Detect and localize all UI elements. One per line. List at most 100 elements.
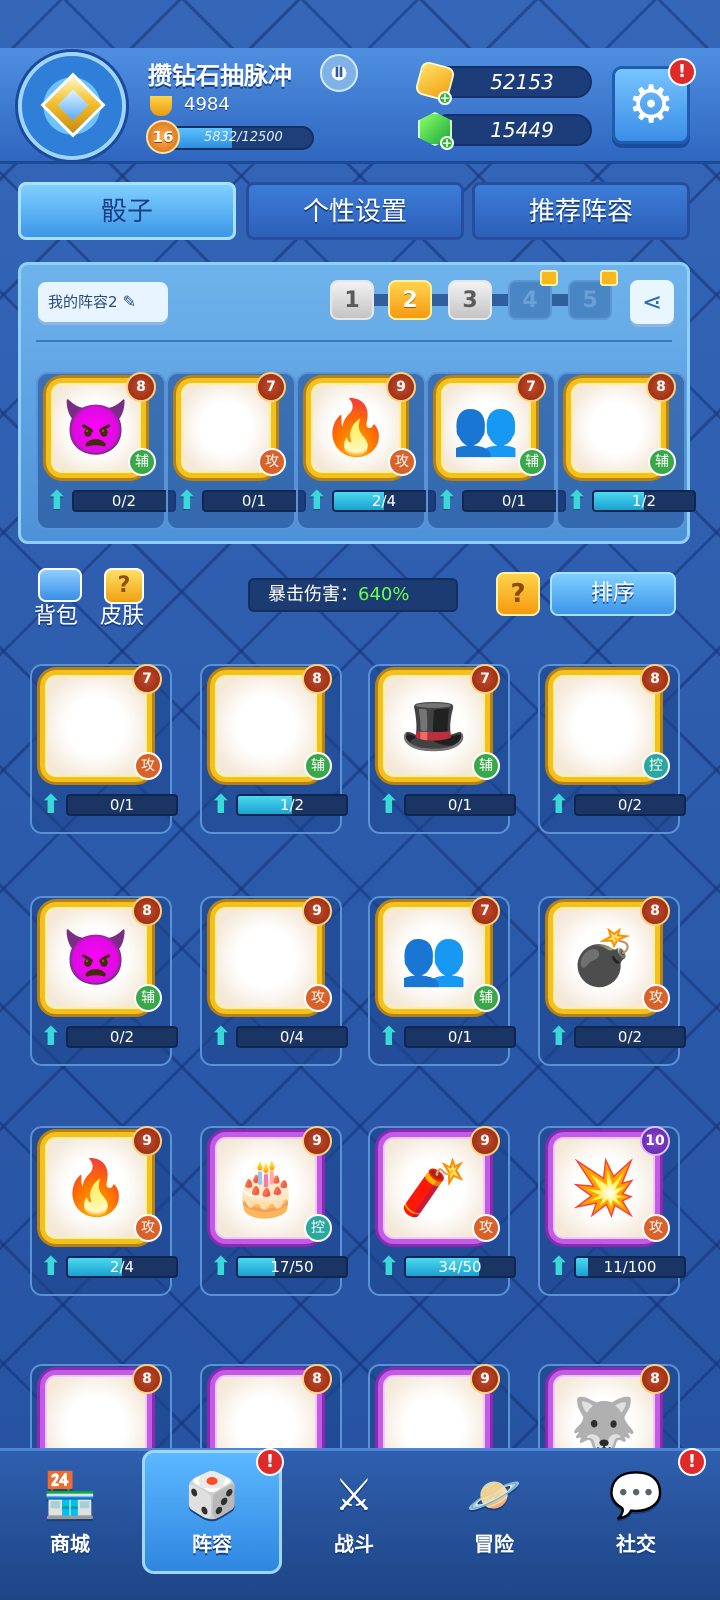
nav-label: 战斗	[334, 1532, 374, 1556]
upgrade-progress-text: 0/1	[447, 1028, 473, 1046]
lineup-slot-4[interactable]: 4	[508, 280, 552, 320]
tab-dice[interactable]: 骰子	[18, 182, 236, 240]
upgrade-arrow-icon: ⬆	[210, 1252, 232, 1282]
upgrade-arrow-icon: ⬆	[46, 486, 68, 516]
dice-role-badge: 攻	[642, 1214, 670, 1242]
help-button[interactable]: ?	[496, 572, 540, 616]
player-avatar[interactable]	[18, 52, 126, 160]
upgrade-progress-bar: 0/1	[404, 1026, 516, 1048]
dice-level-badge: 7	[470, 896, 500, 926]
nav-label: 商城	[50, 1532, 90, 1556]
dice-level-badge: 8	[126, 372, 156, 402]
nav-lineup[interactable]: 🎲 阵容	[152, 1458, 272, 1578]
dice-level-badge: 8	[646, 372, 676, 402]
lineup-alert-badge: !	[256, 1448, 284, 1476]
upgrade-progress-bar: 0/2	[574, 1026, 686, 1048]
nav-adventure[interactable]: 🪐 冒险	[434, 1458, 554, 1578]
lineup-name-button[interactable]: 我的阵容2 ✎	[38, 282, 168, 322]
upgrade-progress-text: 0/1	[447, 796, 473, 814]
lineup-slot-3[interactable]: 3	[448, 280, 492, 320]
upgrade-progress-bar: 1/2	[236, 794, 348, 816]
rank-badge-icon[interactable]: Ⅱ	[320, 54, 358, 92]
lineup-slot-2[interactable]: 2	[388, 280, 432, 320]
dice-role-badge: 辅	[648, 448, 676, 476]
dice-level-badge: 9	[470, 1126, 500, 1156]
upgrade-progress-text: 11/100	[603, 1258, 657, 1276]
hex-rune-icon-glyph: ✡	[243, 694, 289, 758]
upgrade-progress-bar: 2/4	[66, 1256, 178, 1278]
cake-icon-glyph: 🎂	[232, 1156, 300, 1219]
upgrade-progress-text: 1/2	[631, 492, 657, 510]
purple-slash-icon-glyph: ⚡	[207, 396, 245, 460]
dice-role-badge: 控	[304, 1214, 332, 1242]
claw-icon-glyph: 🔥	[322, 396, 390, 459]
share-button[interactable]: ⋖	[630, 280, 674, 324]
tab-recommended-lineup[interactable]: 推荐阵容	[472, 182, 690, 240]
upgrade-progress-text: 0/1	[241, 492, 267, 510]
crit-damage-value: 640%	[358, 584, 410, 605]
upgrade-progress-text: 0/1	[501, 492, 527, 510]
upgrade-arrow-icon: ⬆	[378, 790, 400, 820]
dice-level-badge: 7	[256, 372, 286, 402]
nav-social[interactable]: 💬 社交	[576, 1458, 696, 1578]
upgrade-progress-bar: 0/1	[66, 794, 178, 816]
upgrade-arrow-icon: ⬆	[306, 486, 328, 516]
dice-level-badge: 9	[302, 1126, 332, 1156]
tab-customize[interactable]: 个性设置	[246, 182, 464, 240]
upgrade-progress-text: 2/4	[371, 492, 397, 510]
skin-label[interactable]: 皮肤	[100, 598, 144, 630]
gear-icon: ⚙	[627, 75, 675, 135]
dice-role-badge: 攻	[258, 448, 286, 476]
upgrade-progress-text: 0/2	[617, 796, 643, 814]
player-name: 攒钻石抽脉冲	[148, 62, 292, 90]
upgrade-arrow-icon: ⬆	[210, 790, 232, 820]
lineup-slot-1[interactable]: 1	[330, 280, 374, 320]
dice-level-badge: 8	[132, 896, 162, 926]
sun-icon-glyph: ☀	[71, 694, 121, 758]
add-coins-icon[interactable]: +	[437, 91, 452, 106]
demon-icon-glyph: 👿	[62, 396, 130, 459]
settings-alert-badge: !	[668, 58, 696, 86]
upgrade-progress-bar: 0/4	[236, 1026, 348, 1048]
social-alert-badge: !	[678, 1448, 706, 1476]
backpack-icon[interactable]	[38, 568, 82, 602]
claw-icon-glyph: 🔥	[62, 1156, 130, 1219]
silhouette-icon-glyph: 👥	[400, 926, 468, 989]
upgrade-progress-text: 2/4	[109, 1258, 135, 1276]
shop-icon: 🏪	[42, 1470, 98, 1521]
demon-icon-glyph: 👿	[62, 926, 130, 989]
trophy-count: 4984	[184, 94, 230, 115]
upgrade-progress-bar: 0/1	[202, 490, 306, 512]
nav-shop[interactable]: 🏪 商城	[10, 1458, 130, 1578]
upgrade-progress-text: 0/2	[109, 1028, 135, 1046]
nav-label: 冒险	[474, 1532, 514, 1556]
upgrade-progress-bar: 34/50	[404, 1256, 516, 1278]
sort-button[interactable]: 排序	[550, 572, 676, 616]
coin-balance[interactable]: 52153	[432, 66, 592, 98]
dice-level-badge: 7	[470, 664, 500, 694]
snowflake-icon-glyph: ❄	[581, 694, 627, 758]
dice-role-badge: 攻	[642, 984, 670, 1012]
lineup-slot-5[interactable]: 5	[568, 280, 612, 320]
upgrade-progress-text: 1/2	[279, 796, 305, 814]
upgrade-arrow-icon: ⬆	[176, 486, 198, 516]
add-gems-icon[interactable]: +	[440, 136, 454, 150]
nav-battle[interactable]: ⚔ 战斗	[294, 1458, 414, 1578]
divider	[36, 340, 672, 342]
upgrade-progress-text: 0/1	[109, 796, 135, 814]
dice-level-badge: 8	[640, 1364, 670, 1394]
crit-damage-display: 暴击伤害：640%	[248, 578, 458, 612]
dice-level-badge: 9	[470, 1364, 500, 1394]
dice-role-badge: 辅	[518, 448, 546, 476]
upgrade-arrow-icon: ⬆	[40, 1252, 62, 1282]
gem-balance[interactable]: 15449	[432, 114, 592, 146]
upgrade-arrow-icon: ⬆	[548, 1252, 570, 1282]
dice-role-badge: 攻	[472, 1214, 500, 1242]
trophy-icon	[150, 96, 172, 116]
backpack-label[interactable]: 背包	[34, 598, 78, 630]
pencil-icon: ✎	[117, 292, 137, 311]
dice-level-badge: 7	[132, 664, 162, 694]
dice-role-badge: 攻	[388, 448, 416, 476]
red-hat-icon-glyph: 🎩	[400, 694, 468, 757]
upgrade-arrow-icon: ⬆	[436, 486, 458, 516]
